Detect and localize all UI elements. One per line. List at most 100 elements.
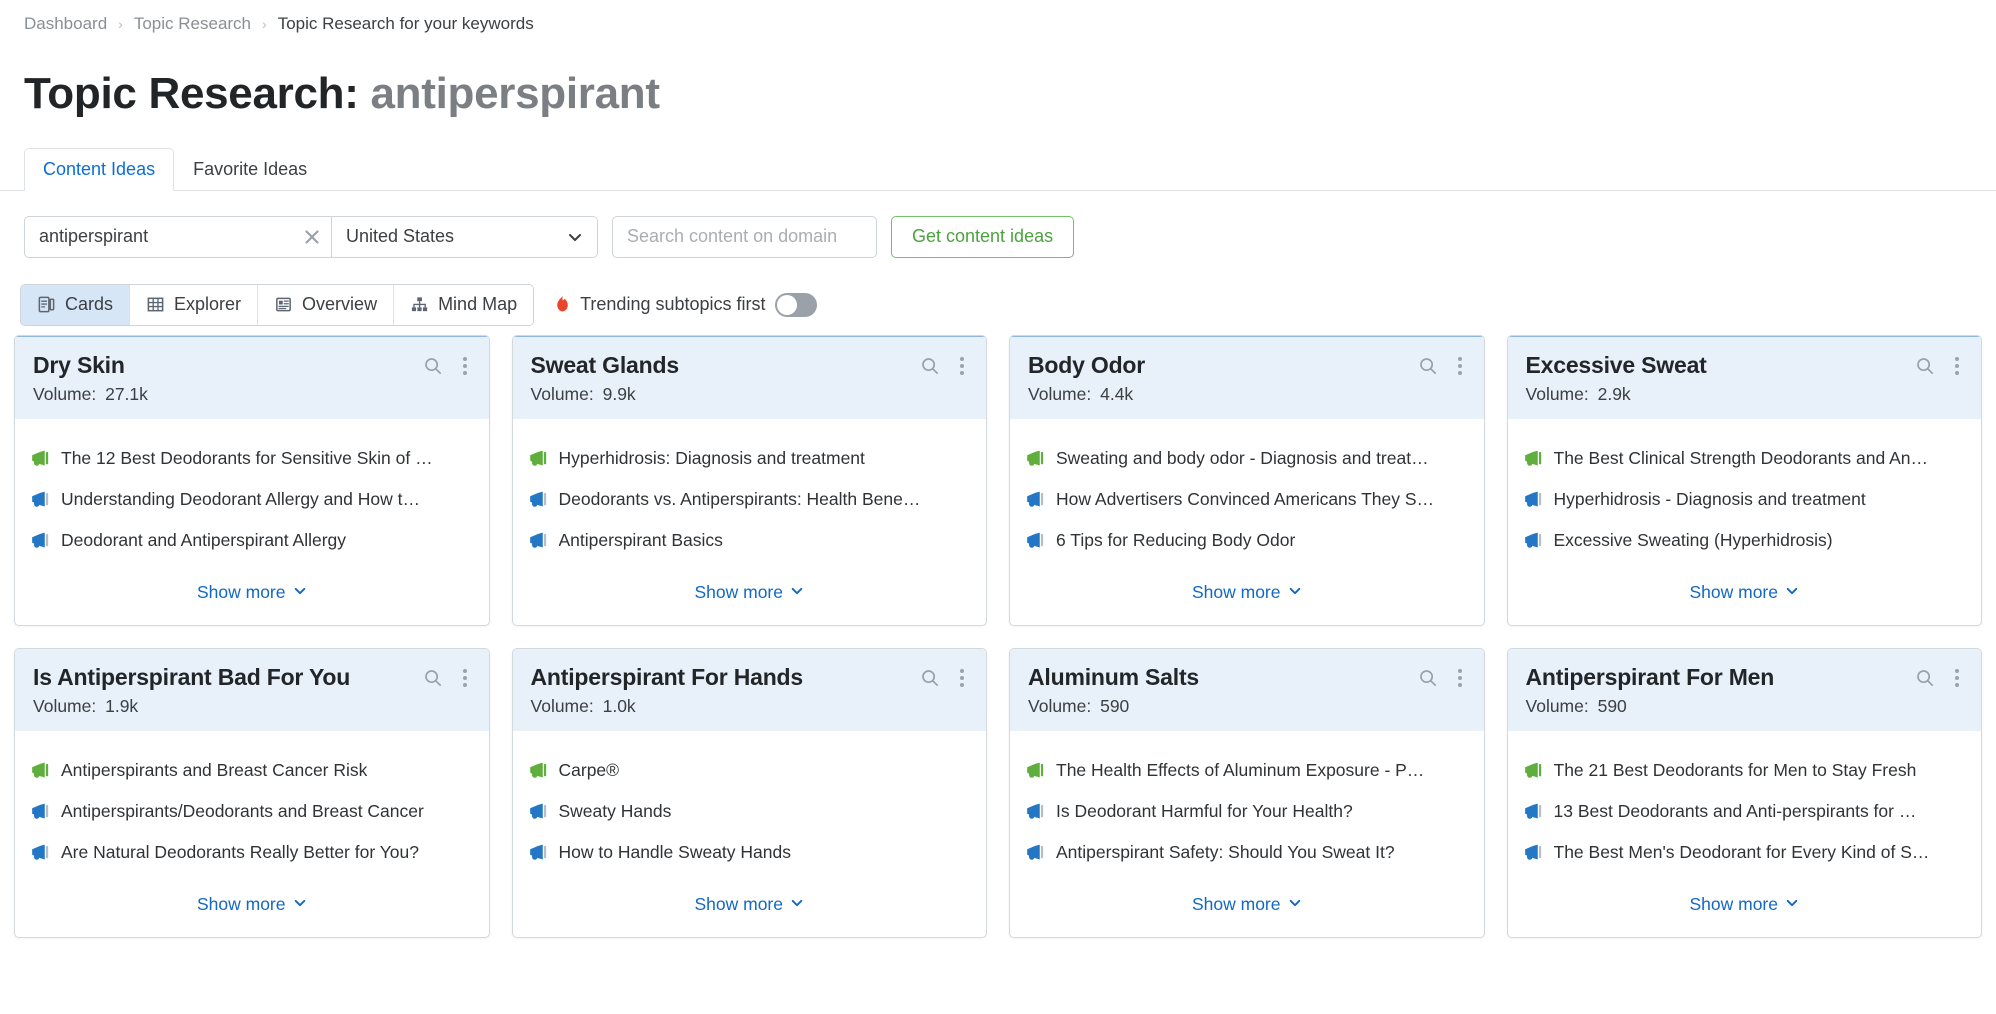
idea-item[interactable]: Antiperspirant Basics <box>529 530 971 551</box>
topic-card[interactable]: Body Odor Volume: 4.4k Sweating and body… <box>1009 335 1485 626</box>
idea-item[interactable]: 13 Best Deodorants and Anti-perspirants … <box>1524 801 1966 822</box>
idea-item-label: Sweating and body odor - Diagnosis and t… <box>1056 448 1429 469</box>
show-more-button[interactable]: Show more <box>1689 894 1799 915</box>
search-icon[interactable] <box>423 356 443 376</box>
get-content-ideas-button[interactable]: Get content ideas <box>891 216 1074 258</box>
kebab-menu-icon[interactable] <box>459 667 471 689</box>
trending-subtopics-control: Trending subtopics first <box>554 293 816 317</box>
idea-item-label: How to Handle Sweaty Hands <box>559 842 791 863</box>
cards-row: Dry Skin Volume: 27.1k The 12 Best Deodo… <box>14 335 1982 626</box>
country-select[interactable]: United States <box>332 217 597 257</box>
show-more-button[interactable]: Show more <box>694 582 804 603</box>
topic-card-footer: Show more <box>1508 883 1982 937</box>
idea-item[interactable]: Hyperhidrosis - Diagnosis and treatment <box>1524 489 1966 510</box>
topic-card[interactable]: Antiperspirant For Hands Volume: 1.0k Ca… <box>512 648 988 938</box>
show-more-button[interactable]: Show more <box>1192 582 1302 603</box>
tab-content-ideas[interactable]: Content Ideas <box>24 148 174 191</box>
idea-item[interactable]: The Best Clinical Strength Deodorants an… <box>1524 448 1966 469</box>
search-icon[interactable] <box>920 668 940 688</box>
search-icon[interactable] <box>1915 668 1935 688</box>
volume-label: Volume: <box>33 696 96 716</box>
idea-item[interactable]: How Advertisers Convinced Americans They… <box>1026 489 1468 510</box>
topic-card[interactable]: Is Antiperspirant Bad For You Volume: 1.… <box>14 648 490 938</box>
search-domain-input[interactable] <box>612 216 877 258</box>
idea-item[interactable]: The Health Effects of Aluminum Exposure … <box>1026 760 1468 781</box>
megaphone-icon-blue <box>1524 532 1543 549</box>
idea-item-label: The 21 Best Deodorants for Men to Stay F… <box>1554 760 1917 781</box>
idea-item[interactable]: Deodorants vs. Antiperspirants: Health B… <box>529 489 971 510</box>
idea-item-label: Antiperspirants/Deodorants and Breast Ca… <box>61 801 424 822</box>
topic-card-header: Antiperspirant For Hands Volume: 1.0k <box>513 649 987 731</box>
idea-item[interactable]: Understanding Deodorant Allergy and How … <box>31 489 473 510</box>
view-button-explorer[interactable]: Explorer <box>130 285 258 325</box>
idea-item[interactable]: Sweating and body odor - Diagnosis and t… <box>1026 448 1468 469</box>
topic-card[interactable]: Excessive Sweat Volume: 2.9k The Best Cl… <box>1507 335 1983 626</box>
idea-item[interactable]: Are Natural Deodorants Really Better for… <box>31 842 473 863</box>
view-button-overview[interactable]: Overview <box>258 285 394 325</box>
search-icon[interactable] <box>1418 356 1438 376</box>
volume-value: 27.1k <box>100 384 148 404</box>
view-mode-group: Cards Explorer Overview <box>20 284 534 326</box>
kebab-menu-icon[interactable] <box>956 355 968 377</box>
topic-card[interactable]: Dry Skin Volume: 27.1k The 12 Best Deodo… <box>14 335 490 626</box>
view-button-mind-map[interactable]: Mind Map <box>394 285 533 325</box>
chevron-down-icon <box>790 582 804 603</box>
idea-item[interactable]: Hyperhidrosis: Diagnosis and treatment <box>529 448 971 469</box>
idea-item[interactable]: The Best Men's Deodorant for Every Kind … <box>1524 842 1966 863</box>
idea-item-label: How Advertisers Convinced Americans They… <box>1056 489 1434 510</box>
topic-card-footer: Show more <box>15 571 489 625</box>
chevron-down-icon <box>293 894 307 915</box>
view-button-cards[interactable]: Cards <box>21 285 130 325</box>
topic-card[interactable]: Antiperspirant For Men Volume: 590 The 2… <box>1507 648 1983 938</box>
volume-label: Volume: <box>1028 696 1091 716</box>
search-icon[interactable] <box>423 668 443 688</box>
kebab-menu-icon[interactable] <box>1454 667 1466 689</box>
idea-item[interactable]: How to Handle Sweaty Hands <box>529 842 971 863</box>
kebab-menu-icon[interactable] <box>1951 355 1963 377</box>
idea-item[interactable]: Carpe® <box>529 760 971 781</box>
show-more-button[interactable]: Show more <box>1192 894 1302 915</box>
cards-row: Is Antiperspirant Bad For You Volume: 1.… <box>14 648 1982 938</box>
tab-favorite-ideas[interactable]: Favorite Ideas <box>174 148 326 190</box>
idea-item[interactable]: Is Deodorant Harmful for Your Health? <box>1026 801 1468 822</box>
kebab-menu-icon[interactable] <box>459 355 471 377</box>
idea-item[interactable]: 6 Tips for Reducing Body Odor <box>1026 530 1468 551</box>
idea-item-label: Carpe® <box>559 760 620 781</box>
idea-item[interactable]: Excessive Sweating (Hyperhidrosis) <box>1524 530 1966 551</box>
idea-item[interactable]: The 12 Best Deodorants for Sensitive Ski… <box>31 448 473 469</box>
topic-card-header: Antiperspirant For Men Volume: 590 <box>1508 649 1982 731</box>
topic-card-title: Dry Skin <box>33 352 125 378</box>
keyword-input[interactable] <box>25 217 293 257</box>
trending-subtopics-label: Trending subtopics first <box>580 294 765 315</box>
show-more-button[interactable]: Show more <box>197 894 307 915</box>
trending-subtopics-toggle[interactable] <box>775 293 817 317</box>
idea-item-label: Hyperhidrosis: Diagnosis and treatment <box>559 448 865 469</box>
breadcrumb-item-dashboard[interactable]: Dashboard <box>24 14 107 34</box>
show-more-button[interactable]: Show more <box>694 894 804 915</box>
show-more-button[interactable]: Show more <box>1689 582 1799 603</box>
search-icon[interactable] <box>920 356 940 376</box>
kebab-menu-icon[interactable] <box>1454 355 1466 377</box>
kebab-menu-icon[interactable] <box>956 667 968 689</box>
topic-card[interactable]: Aluminum Salts Volume: 590 The Health Ef… <box>1009 648 1485 938</box>
search-icon[interactable] <box>1418 668 1438 688</box>
idea-item[interactable]: Antiperspirant Safety: Should You Sweat … <box>1026 842 1468 863</box>
kebab-menu-icon[interactable] <box>1951 667 1963 689</box>
idea-item[interactable]: Deodorant and Antiperspirant Allergy <box>31 530 473 551</box>
topic-card-ideas: The 12 Best Deodorants for Sensitive Ski… <box>15 419 489 571</box>
search-icon[interactable] <box>1915 356 1935 376</box>
topic-card[interactable]: Sweat Glands Volume: 9.9k Hyperhidrosis:… <box>512 335 988 626</box>
idea-item[interactable]: Antiperspirants/Deodorants and Breast Ca… <box>31 801 473 822</box>
megaphone-icon-blue <box>31 844 50 861</box>
show-more-button[interactable]: Show more <box>197 582 307 603</box>
idea-item[interactable]: Antiperspirants and Breast Cancer Risk <box>31 760 473 781</box>
idea-item[interactable]: The 21 Best Deodorants for Men to Stay F… <box>1524 760 1966 781</box>
chevron-down-icon <box>293 582 307 603</box>
search-controls: United States Get content ideas <box>0 191 1996 258</box>
topic-card-header: Sweat Glands Volume: 9.9k <box>513 335 987 419</box>
idea-item-label: Antiperspirant Safety: Should You Sweat … <box>1056 842 1395 863</box>
breadcrumb-item-topic-research[interactable]: Topic Research <box>134 14 251 34</box>
idea-item[interactable]: Sweaty Hands <box>529 801 971 822</box>
clear-keyword-button[interactable] <box>293 217 331 257</box>
megaphone-icon-blue <box>1026 532 1045 549</box>
